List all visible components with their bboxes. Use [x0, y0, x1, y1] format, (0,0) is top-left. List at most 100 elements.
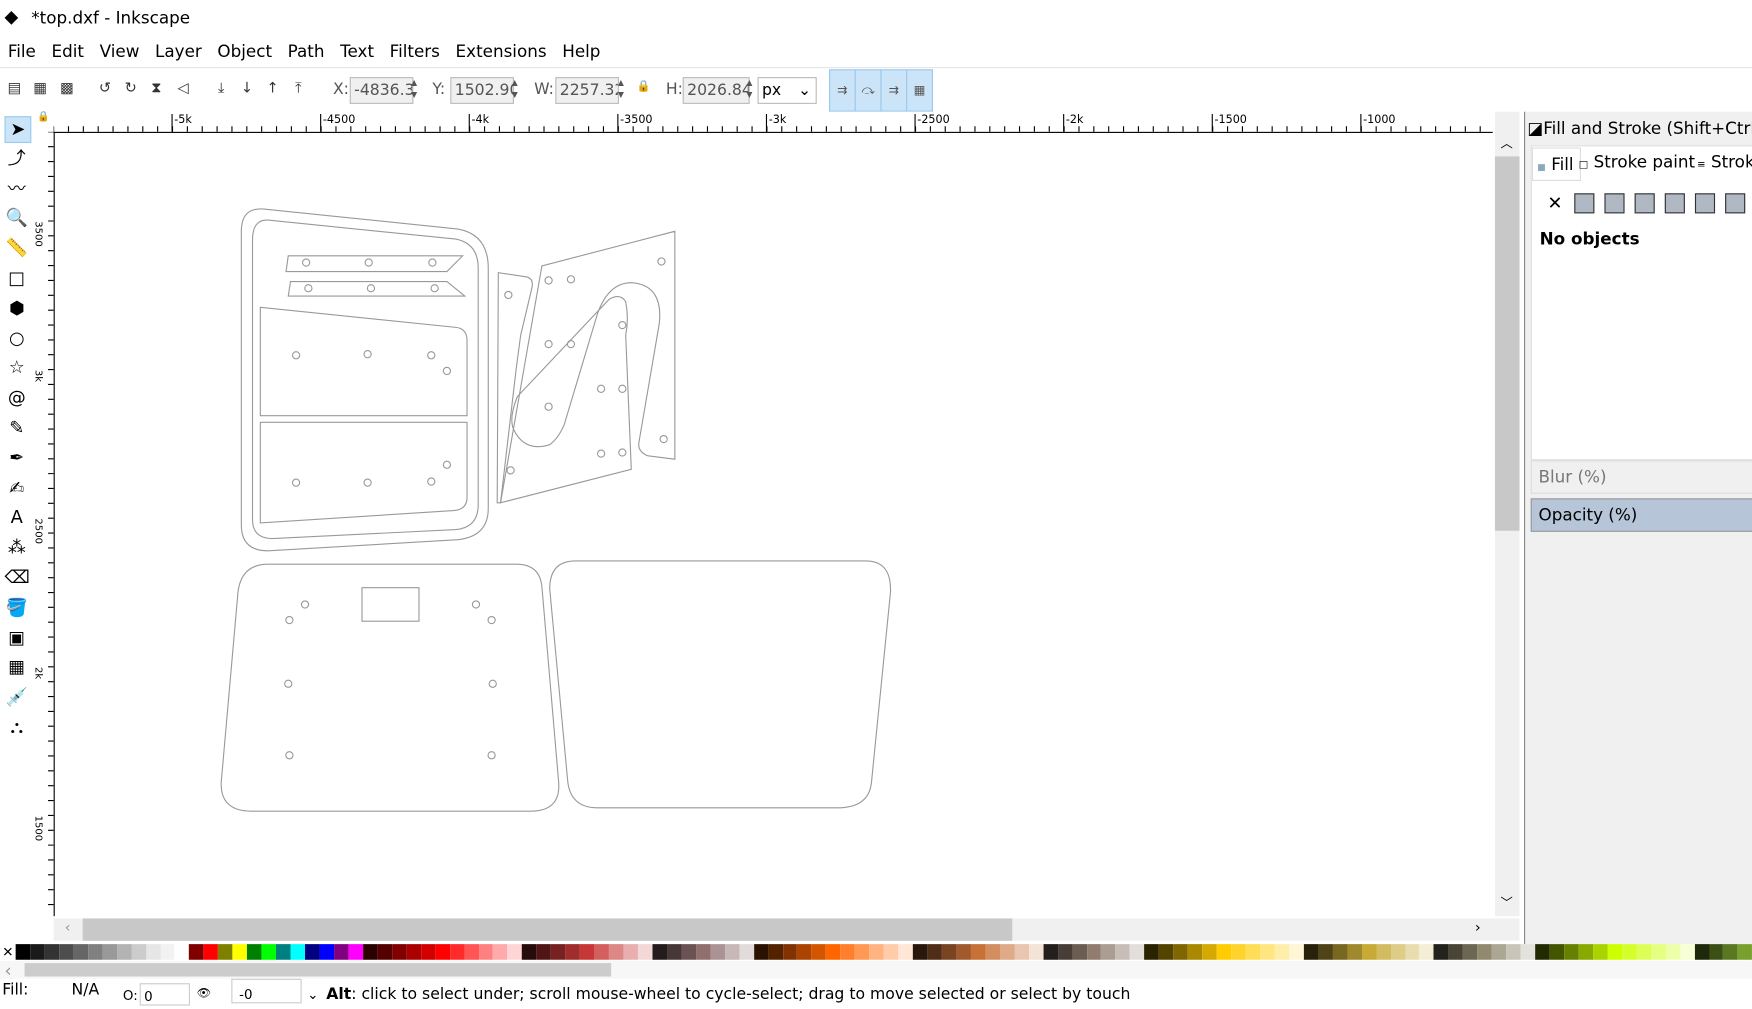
color-swatch[interactable]: [1289, 944, 1304, 960]
star-icon[interactable]: ☆: [4, 356, 29, 381]
color-swatch[interactable]: [1419, 944, 1434, 960]
color-swatch[interactable]: [1390, 944, 1406, 960]
color-swatch[interactable]: [927, 944, 942, 960]
lower-icon[interactable]: ↓: [238, 80, 256, 98]
spray-icon[interactable]: ⁂: [4, 535, 29, 560]
vertical-scrollbar[interactable]: ︿ ﹀: [1494, 111, 1520, 917]
layer-select[interactable]: -0 ⌄: [231, 978, 318, 1004]
color-swatch[interactable]: [189, 944, 204, 960]
color-swatch[interactable]: [334, 944, 349, 960]
w-spinner[interactable]: ▲ ▼: [618, 77, 629, 102]
color-swatch[interactable]: [1708, 944, 1724, 960]
tab-stroke-paint[interactable]: □ Stroke paint: [1579, 152, 1695, 172]
color-swatch[interactable]: [493, 944, 508, 960]
color-swatch[interactable]: [956, 944, 971, 960]
color-swatch[interactable]: [406, 944, 421, 960]
menu-edit[interactable]: Edit: [44, 38, 92, 65]
color-swatch[interactable]: [449, 944, 465, 960]
horizontal-scrollbar[interactable]: ‹ ›: [53, 918, 1520, 941]
horizontal-scroll-thumb[interactable]: [82, 918, 1013, 941]
color-swatch[interactable]: [826, 944, 841, 960]
color-swatch[interactable]: [768, 944, 783, 960]
color-swatch[interactable]: [666, 944, 682, 960]
scroll-right-icon[interactable]: ›: [1475, 920, 1481, 937]
color-swatch[interactable]: [1679, 944, 1695, 960]
color-swatch[interactable]: [782, 944, 798, 960]
color-swatch[interactable]: [464, 944, 479, 960]
color-swatch[interactable]: [44, 944, 60, 960]
color-swatch[interactable]: [1014, 944, 1029, 960]
color-swatch[interactable]: [261, 944, 277, 960]
color-swatch[interactable]: [1274, 944, 1290, 960]
horizontal-ruler[interactable]: -5k -4500 -4k -3500 -3k -2500 -2k -1500 -1000: [53, 111, 1493, 133]
color-swatch[interactable]: [1043, 944, 1058, 960]
color-swatch[interactable]: [681, 944, 696, 960]
color-swatch[interactable]: [1651, 944, 1666, 960]
flip-vertical-icon[interactable]: ◁: [174, 80, 192, 98]
menu-object[interactable]: Object: [210, 38, 280, 65]
color-swatch[interactable]: [710, 944, 725, 960]
no-color-swatch[interactable]: ✕: [0, 944, 16, 960]
rotate-cw-icon[interactable]: ↻: [122, 80, 140, 98]
color-swatch[interactable]: [319, 944, 335, 960]
color-swatch[interactable]: [1549, 944, 1565, 960]
color-swatch[interactable]: [1376, 944, 1391, 960]
color-swatch[interactable]: [435, 944, 450, 960]
color-swatch[interactable]: [1520, 944, 1536, 960]
color-swatch[interactable]: [840, 944, 856, 960]
vertical-scroll-thumb[interactable]: [1494, 156, 1520, 531]
selector-icon[interactable]: ➤: [4, 116, 32, 144]
text-icon[interactable]: A: [4, 505, 29, 530]
linear-gradient-button[interactable]: [1604, 193, 1625, 214]
layer-visibility-icon[interactable]: 👁: [197, 988, 211, 1000]
x-spinner[interactable]: ▲ ▼: [411, 77, 422, 102]
color-swatch[interactable]: [1260, 944, 1275, 960]
color-swatch[interactable]: [1737, 944, 1752, 960]
color-swatch[interactable]: [1506, 944, 1521, 960]
lower-bottom-icon[interactable]: ⤓: [212, 80, 230, 98]
color-swatch[interactable]: [912, 944, 928, 960]
color-swatch[interactable]: [1318, 944, 1333, 960]
move-gradients-button[interactable]: ⇉: [880, 69, 908, 112]
raise-icon[interactable]: ↑: [264, 80, 282, 98]
color-swatch[interactable]: [1448, 944, 1463, 960]
color-swatch[interactable]: [551, 944, 566, 960]
color-swatch[interactable]: [1028, 944, 1044, 960]
color-swatch[interactable]: [1433, 944, 1449, 960]
color-swatch[interactable]: [174, 944, 190, 960]
select-all-layers-icon[interactable]: ▦: [31, 80, 49, 98]
color-swatch[interactable]: [30, 944, 45, 960]
color-swatch[interactable]: [478, 944, 494, 960]
color-swatch[interactable]: [1564, 944, 1579, 960]
color-swatch[interactable]: [985, 944, 1000, 960]
unit-select[interactable]: px ⌄: [757, 77, 817, 104]
color-swatch[interactable]: [203, 944, 219, 960]
ellipse-icon[interactable]: ○: [4, 326, 29, 351]
color-swatch[interactable]: [391, 944, 407, 960]
color-swatch[interactable]: [536, 944, 552, 960]
color-swatch[interactable]: [1057, 944, 1073, 960]
color-swatch[interactable]: [1072, 944, 1087, 960]
mesh-gradient-button[interactable]: [1664, 193, 1685, 214]
color-swatch[interactable]: [1173, 944, 1188, 960]
scroll-down-icon[interactable]: ﹀: [1501, 894, 1513, 912]
color-swatch[interactable]: [1578, 944, 1594, 960]
scroll-left-icon[interactable]: ‹: [65, 920, 71, 937]
color-swatch[interactable]: [1115, 944, 1131, 960]
gradient-icon[interactable]: ▣: [4, 625, 29, 650]
mesh-icon[interactable]: ▦: [4, 655, 29, 680]
color-swatch[interactable]: [522, 944, 537, 960]
calligraphy-icon[interactable]: ✍: [4, 476, 29, 501]
deselect-icon[interactable]: ▩: [58, 80, 76, 98]
color-swatch[interactable]: [1332, 944, 1348, 960]
3dbox-icon[interactable]: ⬢: [4, 296, 29, 321]
scroll-up-icon[interactable]: ︿: [1501, 134, 1513, 152]
eraser-icon[interactable]: ⌫: [4, 565, 29, 590]
color-swatch[interactable]: [102, 944, 117, 960]
drawing-part-center-panel[interactable]: [496, 230, 676, 504]
color-swatch[interactable]: [15, 944, 31, 960]
color-swatch[interactable]: [1158, 944, 1174, 960]
menu-filters[interactable]: Filters: [382, 38, 448, 65]
color-swatch[interactable]: [1202, 944, 1217, 960]
color-swatch[interactable]: [420, 944, 436, 960]
